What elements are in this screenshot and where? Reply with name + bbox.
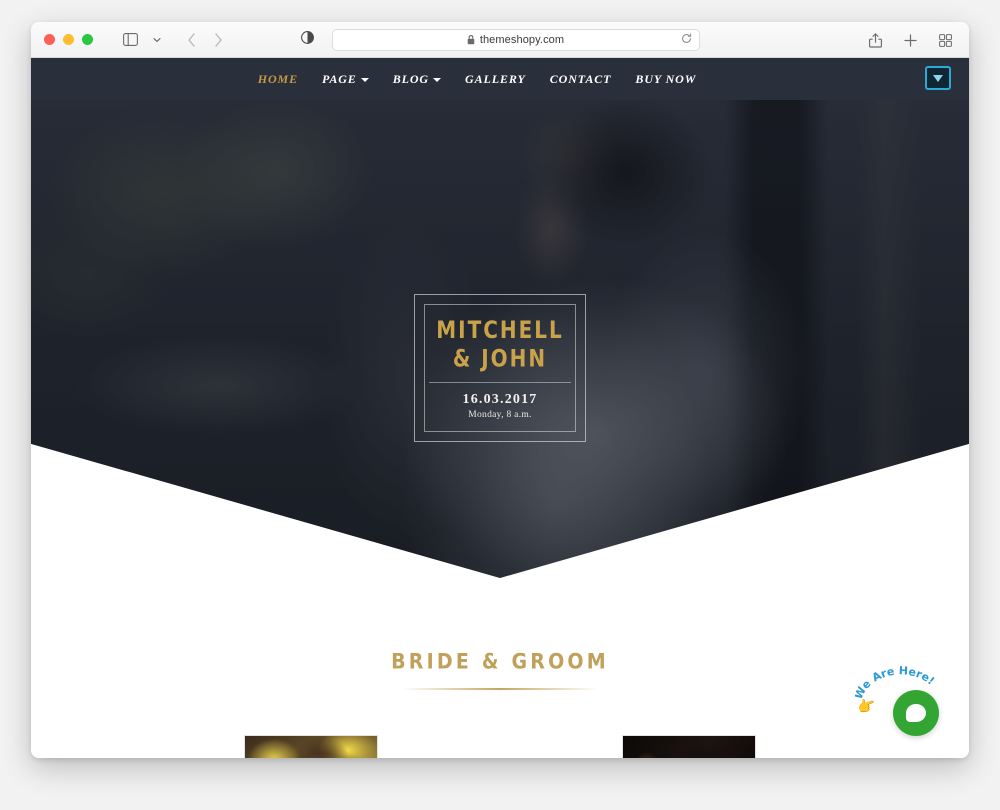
window-traffic-lights (44, 34, 93, 45)
sidebar-controls (118, 29, 169, 51)
couple-names: MITCHELL & JOHN (436, 315, 564, 373)
lock-icon (467, 35, 475, 45)
nav-item-gallery[interactable]: GALLERY (465, 72, 526, 87)
bride-groom-section: BRIDE & GROOM (31, 578, 969, 758)
maximize-window-button[interactable] (82, 34, 93, 45)
nav-item-contact[interactable]: CONTACT (550, 72, 612, 87)
share-icon[interactable] (863, 29, 887, 51)
nav-item-page[interactable]: PAGE (322, 72, 369, 87)
heading-underline-rule (402, 688, 598, 690)
url-text: themeshopy.com (479, 34, 565, 46)
chat-bubble-icon[interactable] (893, 690, 939, 736)
nav-item-gallery-label: GALLERY (465, 71, 526, 86)
bride-portrait-photo (245, 736, 377, 758)
chat-bubble-glyph (906, 704, 926, 722)
section-heading: BRIDE & GROOM (391, 649, 609, 675)
nav-item-home-label: HOME (257, 71, 298, 86)
chevron-down-icon (360, 78, 369, 82)
chevron-down-icon (433, 78, 441, 82)
triangle-glyph (933, 74, 943, 82)
badge-divider (429, 382, 571, 384)
plus-icon[interactable] (898, 29, 922, 51)
nav-item-home[interactable]: HOME (258, 72, 298, 87)
browser-toolbar: themeshopy.com (31, 22, 969, 58)
address-bar-region: themeshopy.com (31, 22, 969, 58)
minimize-window-button[interactable] (63, 34, 74, 45)
navigation-arrows (179, 29, 230, 51)
wedding-announcement-badge: MITCHELL & JOHN 16.03.2017 Monday, 8 a.m… (414, 294, 586, 442)
reader-contrast-icon[interactable] (300, 31, 314, 49)
nav-item-contact-label: CONTACT (549, 71, 612, 86)
nav-item-page-label: PAGE (322, 71, 357, 86)
groom-card[interactable] (622, 735, 756, 758)
dropdown-triangle-icon[interactable] (925, 66, 951, 90)
back-arrow-icon[interactable] (179, 29, 203, 51)
tab-grid-icon[interactable] (933, 29, 957, 51)
chat-widget[interactable]: We Are Here! 👉 (855, 664, 941, 736)
couple-name-line-1: MITCHELL (436, 315, 564, 344)
browser-window: themeshopy.com MITCHELL & JOHN 16.03.201… (31, 22, 969, 758)
close-window-button[interactable] (44, 34, 55, 45)
forward-arrow-icon[interactable] (206, 29, 230, 51)
couple-name-line-2: & JOHN (452, 344, 548, 373)
webpage-viewport: MITCHELL & JOHN 16.03.2017 Monday, 8 a.m… (31, 58, 969, 758)
groom-portrait-photo (623, 736, 755, 758)
reload-icon[interactable] (681, 31, 692, 49)
search-input[interactable]: themeshopy.com (331, 29, 700, 51)
nav-item-blog-label: BLOG (392, 71, 429, 86)
sidebar-icon[interactable] (118, 29, 142, 51)
nav-item-blog[interactable]: BLOG (393, 72, 441, 87)
chevron-down-icon[interactable] (145, 29, 169, 51)
toolbar-right-actions (863, 22, 957, 58)
bride-card[interactable] (244, 735, 378, 758)
site-navbar: HOME PAGE BLOG GALLERY CONTACT BUY NOW (31, 58, 969, 100)
wedding-date: 16.03.2017 (462, 392, 538, 408)
wedding-time: Monday, 8 a.m. (468, 410, 532, 421)
nav-item-buy-now[interactable]: BUY NOW (635, 72, 696, 87)
nav-item-buy-now-label: BUY NOW (635, 71, 697, 86)
wedding-announcement-inner-frame: MITCHELL & JOHN 16.03.2017 Monday, 8 a.m… (424, 304, 576, 432)
nav-menu: HOME PAGE BLOG GALLERY CONTACT BUY NOW (258, 72, 697, 87)
